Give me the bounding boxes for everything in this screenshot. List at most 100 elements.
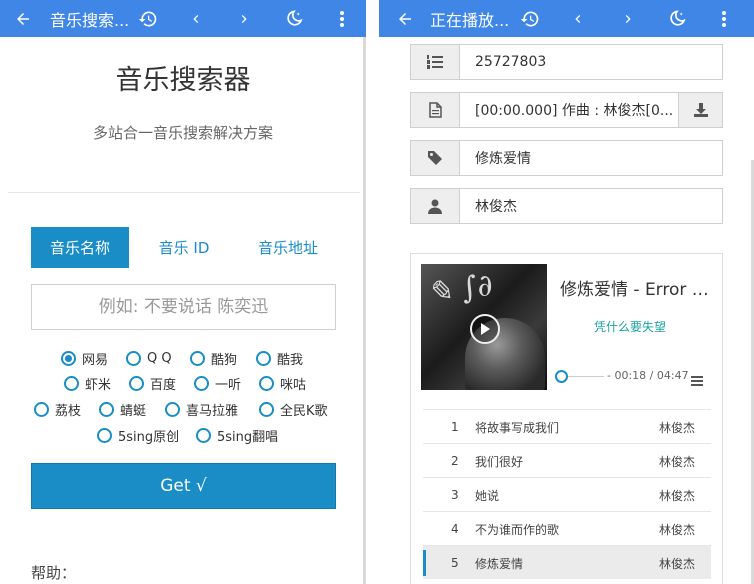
radio-label: 虾米 [85,377,112,393]
night-mode-icon [670,9,686,26]
source-radio-migu[interactable]: 咪咕 [259,373,306,393]
track-artist: 林俊杰 [658,488,695,503]
track-name: 我们很好 [475,454,524,469]
source-radio-netease[interactable]: 网易 [61,348,108,368]
tab-music-url[interactable]: 音乐地址 [240,227,336,268]
download-lyric-button[interactable] [678,93,722,127]
list-ol-icon [427,55,443,69]
night-mode-button[interactable] [665,0,689,37]
chevron-right-icon [241,14,247,23]
source-radio-kugou[interactable]: 酷狗 [190,348,237,368]
history-button[interactable] [517,0,543,37]
progress-track[interactable] [568,376,604,377]
cover-art-scribble: ✎ ∫∂ [424,267,495,312]
play-button[interactable] [470,314,500,344]
previous-button[interactable] [185,0,207,37]
song-name-field[interactable]: 修炼爱情 [410,140,723,176]
source-radio-5sing-original[interactable]: 5sing原创 [97,425,179,445]
play-icon [481,323,490,335]
lyric-url-field[interactable]: [00:00.000] 作曲 : 林俊杰[0... [410,92,723,128]
screen-gap [366,0,379,584]
track-name: 将故事写成我们 [475,420,560,435]
source-radio-5sing-cover[interactable]: 5sing翻唱 [196,425,278,445]
more-vert-icon [722,10,726,27]
playlist-item-current[interactable]: 5 修炼爱情 林俊杰 [423,545,711,579]
playlist-menu-icon [691,376,703,386]
night-mode-icon [287,9,303,26]
more-menu-button[interactable] [714,0,734,37]
player-time: - 00:18 / 04:47 [607,369,689,382]
source-radio-qingting[interactable]: 蜻蜓 [99,399,146,419]
user-icon [428,199,442,214]
search-input[interactable] [31,284,336,330]
radio-icon [34,401,49,417]
tab-music-name[interactable]: 音乐名称 [31,227,129,268]
radio-label: 喜马拉雅 [186,403,239,419]
page-title: 音乐搜索器 [115,65,251,96]
source-radio-1ting[interactable]: 一听 [194,373,241,393]
next-button[interactable] [617,0,639,37]
playlist-toggle-button[interactable] [691,371,703,390]
source-radio-qq[interactable]: Q Q [126,348,172,368]
radio-icon [99,401,114,417]
track-name: 修炼爱情 [475,556,524,571]
radio-label: 百度 [150,377,177,393]
radio-label: 全民K歌 [280,403,328,419]
app-bar-title: 音乐搜索... [50,10,130,30]
radio-icon [256,350,271,366]
next-button[interactable] [233,0,255,37]
playlist-item[interactable]: 1 将故事写成我们 林俊杰 [423,409,711,443]
get-button[interactable]: Get √ [31,463,336,509]
progress-knob[interactable] [555,370,568,383]
source-radio-ximalaya[interactable]: 喜马拉雅 [165,399,238,419]
page-subtitle: 多站合一音乐搜索解决方案 [92,124,273,142]
radio-label: 酷我 [277,352,304,368]
artist-value: 林俊杰 [475,199,517,215]
playlist-item[interactable]: 4 不为谁而作的歌 林俊杰 [423,511,711,545]
track-number: 1 [451,420,459,434]
back-arrow-icon [399,12,411,25]
divider [8,192,360,193]
tab-music-id[interactable]: 音乐 ID [145,227,223,268]
more-menu-button[interactable] [332,0,352,37]
track-artist: 林俊杰 [658,454,695,469]
help-heading: 帮助： [31,564,77,582]
back-button[interactable] [10,0,36,37]
radio-icon [97,427,112,443]
track-number: 4 [451,522,459,536]
app-bar: 音乐搜索... [0,0,366,37]
radio-checked-icon [61,350,76,366]
radio-label: 咪咕 [280,377,307,393]
night-mode-button[interactable] [282,0,306,37]
source-radio-kg[interactable]: 全民K歌 [259,399,328,419]
radio-label: 5sing原创 [118,429,180,445]
artist-field[interactable]: 林俊杰 [410,188,723,224]
download-icon [693,103,708,117]
radio-icon [126,350,141,366]
history-button[interactable] [135,0,161,37]
radio-icon [194,375,209,391]
playlist-item[interactable]: 2 我们很好 林俊杰 [423,443,711,477]
radio-icon [190,350,205,366]
song-id-field[interactable]: 25727803 [410,44,723,80]
track-artist: 林俊杰 [658,556,695,571]
source-radio-lizhi[interactable]: 荔枝 [34,399,81,419]
track-name: 不为谁而作的歌 [475,522,560,537]
back-button[interactable] [392,0,418,37]
tag-icon [428,151,442,165]
source-radio-baidu[interactable]: 百度 [129,373,176,393]
app-bar-title: 正在播放... [430,10,510,30]
previous-button[interactable] [567,0,589,37]
radio-label: 5sing翻唱 [217,429,279,445]
source-radio-xiami[interactable]: 虾米 [64,373,111,393]
app-bar: 正在播放... [379,0,754,37]
radio-icon [259,401,274,417]
radio-icon [259,375,274,391]
history-icon [520,10,539,26]
source-radio-kuwo[interactable]: 酷我 [256,348,303,368]
back-arrow-icon [17,12,29,25]
playlist-item[interactable]: 3 她说 林俊杰 [423,477,711,511]
chevron-left-icon [193,14,199,23]
song-id-addon [411,45,460,79]
radio-label: 蜻蜓 [120,403,147,419]
